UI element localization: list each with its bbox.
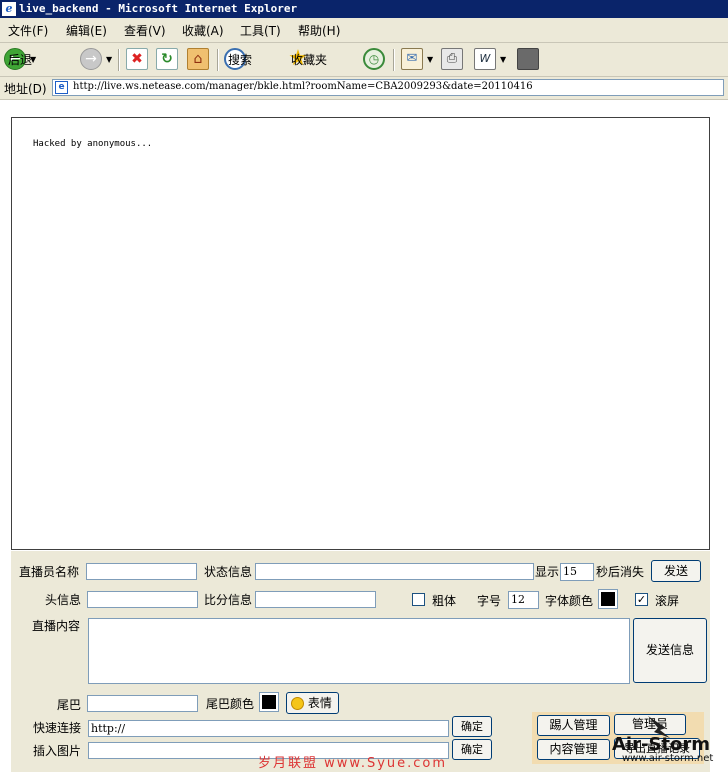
refresh-icon: ↻	[156, 48, 178, 70]
home-button[interactable]: ⌂	[187, 47, 209, 71]
word-icon: W	[474, 48, 496, 70]
tailcolor-label: 尾巴颜色	[206, 697, 255, 711]
send-button[interactable]: 发送	[651, 560, 701, 582]
quicklink-label: 快速连接	[33, 721, 82, 735]
tail-input[interactable]	[87, 695, 198, 712]
insert-image-label: 插入图片	[33, 744, 82, 758]
address-input[interactable]: e http://live.ws.netease.com/manager/bkl…	[52, 79, 724, 96]
menu-edit[interactable]: 编辑(E)	[66, 22, 107, 39]
scroll-checkbox[interactable]: ✓	[635, 593, 648, 606]
menu-file[interactable]: 文件(F)	[8, 22, 48, 39]
header-input[interactable]	[87, 591, 198, 608]
toolbar-divider	[217, 49, 219, 71]
bold-checkbox[interactable]	[412, 593, 425, 606]
address-url: http://live.ws.netease.com/manager/bkle.…	[73, 81, 533, 92]
chevron-down-icon[interactable]: ▼	[106, 55, 112, 64]
fontsize-label: 字号	[477, 594, 502, 608]
page-icon: e	[55, 81, 68, 94]
print-icon: ⎙	[441, 48, 463, 70]
search-button[interactable]: 搜索	[224, 47, 252, 71]
air-storm-logo: Air-Storm www.air-storm.net	[608, 708, 726, 768]
window-titlebar: e live_backend - Microsoft Internet Expl…	[0, 0, 728, 18]
tailcolor-swatch	[262, 695, 276, 709]
ie-icon: e	[2, 2, 16, 16]
menu-help[interactable]: 帮助(H)	[298, 22, 340, 39]
back-label: 后退	[8, 52, 33, 67]
discuss-button[interactable]	[517, 47, 539, 71]
address-bar: 地址(D) e http://live.ws.netease.com/manag…	[0, 77, 728, 100]
toolbar-divider	[393, 49, 395, 71]
chevron-down-icon[interactable]: ▼	[500, 55, 506, 64]
chevron-down-icon[interactable]: ▼	[427, 55, 433, 64]
edit-button[interactable]: W ▼	[474, 47, 506, 71]
toolbar-divider	[118, 49, 120, 71]
announcer-label: 直播员名称	[19, 565, 80, 579]
watermark-text: 岁月联盟 www.Syue.com	[258, 756, 448, 771]
logo-text: Air-Storm	[612, 734, 711, 755]
search-label: 搜索	[228, 52, 253, 67]
menu-favorites[interactable]: 收藏(A)	[182, 22, 224, 39]
tailcolor-picker[interactable]	[259, 692, 279, 712]
bold-label: 粗体	[432, 594, 457, 608]
favorites-button[interactable]: ★ 收藏夹	[287, 47, 327, 71]
content-manage-button[interactable]: 内容管理	[537, 739, 610, 760]
scroll-label: 滚屏	[655, 594, 680, 608]
print-button[interactable]: ⎙	[441, 47, 463, 71]
menu-tools[interactable]: 工具(T)	[240, 22, 281, 39]
menu-view[interactable]: 查看(V)	[124, 22, 166, 39]
vanish-label: 秒后消失	[596, 565, 645, 579]
emoticon-button[interactable]: 表情	[286, 692, 339, 714]
stop-icon: ✖	[126, 48, 148, 70]
message-text: Hacked by anonymous...	[33, 139, 153, 149]
header-label: 头信息	[45, 593, 82, 607]
content-label: 直播内容	[32, 619, 81, 633]
status-input[interactable]	[255, 563, 534, 580]
fontsize-input[interactable]: 12	[508, 591, 539, 609]
mail-button[interactable]: ✉ ▼	[401, 47, 433, 71]
smiley-icon	[291, 697, 304, 710]
menu-bar: 文件(F) 编辑(E) 查看(V) 收藏(A) 工具(T) 帮助(H)	[0, 18, 728, 43]
quicklink-input[interactable]: http://	[88, 720, 449, 737]
message-display: Hacked by anonymous...	[11, 117, 710, 550]
refresh-button[interactable]: ↻	[156, 47, 178, 71]
history-icon: ◷	[363, 48, 385, 70]
fontcolor-swatch	[601, 592, 615, 606]
history-button[interactable]: ◷	[363, 47, 385, 71]
send-info-button[interactable]: 发送信息	[633, 618, 707, 683]
toolbar: ← 后退 ▼ → ▼ ✖ ↻ ⌂ 搜索 ★ 收藏夹 ◷ ✉ ▼ ⎙ W ▼	[0, 43, 728, 77]
seconds-input[interactable]: 15	[560, 563, 594, 581]
content-textarea[interactable]	[88, 618, 630, 684]
score-input[interactable]	[255, 591, 376, 608]
fontcolor-picker[interactable]	[598, 589, 618, 609]
show-label: 显示	[535, 565, 560, 579]
score-label: 比分信息	[204, 593, 253, 607]
emoticon-label: 表情	[307, 696, 332, 710]
stop-button[interactable]: ✖	[126, 47, 148, 71]
forward-arrow-icon: →	[80, 48, 102, 70]
announcer-input[interactable]	[86, 563, 197, 580]
fontcolor-label: 字体颜色	[545, 594, 594, 608]
home-icon: ⌂	[187, 48, 209, 70]
back-button[interactable]: ← 后退 ▼	[4, 47, 36, 71]
insert-image-confirm-button[interactable]: 确定	[452, 739, 492, 760]
address-label: 地址(D)	[4, 82, 47, 96]
logo-url: www.air-storm.net	[622, 753, 714, 764]
quicklink-confirm-button[interactable]: 确定	[452, 716, 492, 737]
kick-button[interactable]: 踢人管理	[537, 715, 610, 736]
tail-label: 尾巴	[57, 698, 82, 712]
mail-icon: ✉	[401, 48, 423, 70]
discuss-icon	[517, 48, 539, 70]
favorites-label: 收藏夹	[291, 52, 328, 67]
status-label: 状态信息	[204, 565, 253, 579]
window-title: live_backend - Microsoft Internet Explor…	[19, 2, 298, 15]
forward-button[interactable]: → ▼	[80, 47, 112, 71]
